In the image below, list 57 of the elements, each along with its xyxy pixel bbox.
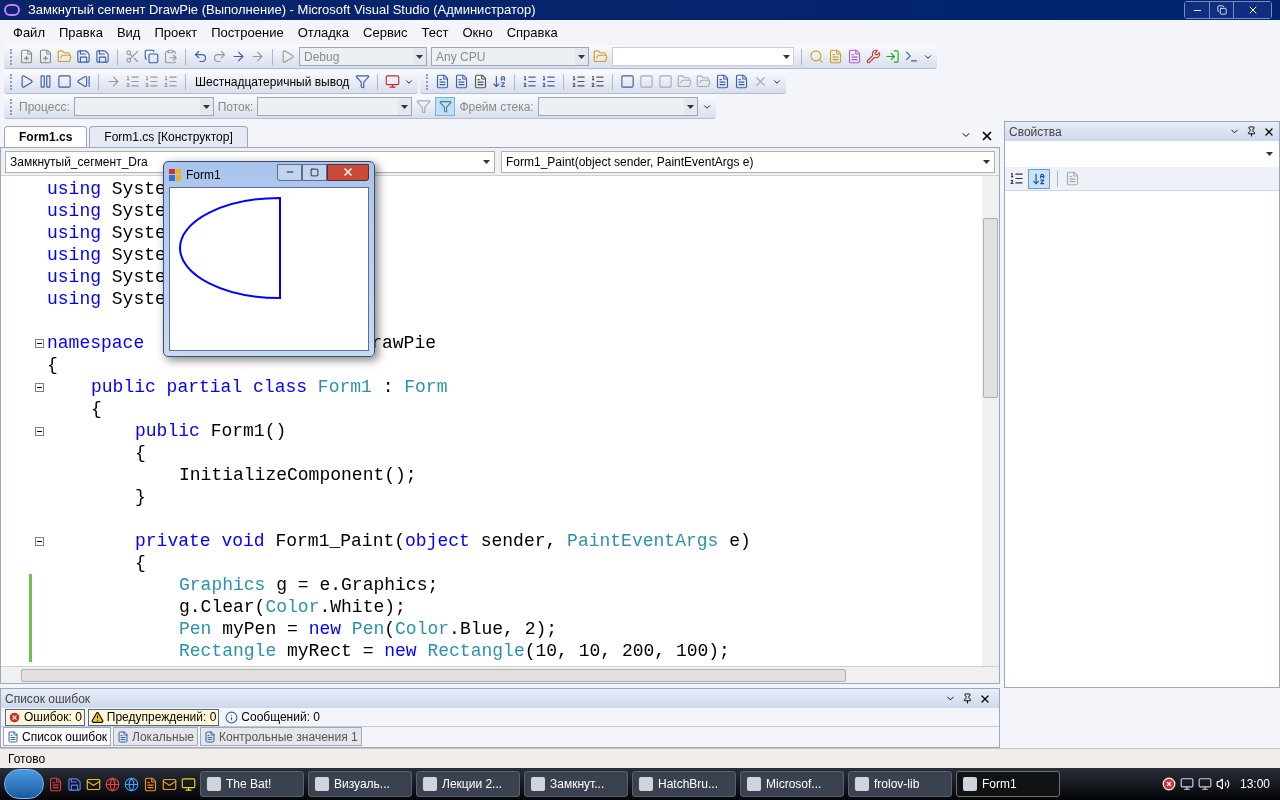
code-token: { <box>91 398 102 420</box>
code-token: Rectangle <box>179 640 277 662</box>
code-token: Syste <box>111 288 166 310</box>
code-token: PaintEventArgs <box>567 530 719 552</box>
code-token: { <box>135 442 146 464</box>
code-token: e) <box>728 530 751 552</box>
error-list-title: Список ошибок <box>5 690 91 708</box>
code-token: object <box>405 530 471 552</box>
code-token: Syste <box>111 244 166 266</box>
code-token: public partial class <box>91 376 309 398</box>
code-token: Form <box>404 376 448 398</box>
code-token: Syste <box>111 200 166 222</box>
code-token: using <box>47 222 102 244</box>
code-token: namespace <box>47 332 145 354</box>
code-token: (10, 10, 200, 100); <box>524 640 730 662</box>
code-token: { <box>135 552 146 574</box>
code-token: using <box>47 288 102 310</box>
code-token: g = e.Graphics; <box>275 574 439 596</box>
code-token: .White); <box>319 596 406 618</box>
code-token: Graphics <box>179 574 266 596</box>
code-token: Pen <box>179 618 212 640</box>
code-token: using <box>47 200 102 222</box>
code-token: Form1() <box>210 420 287 442</box>
code-token: Form1 <box>317 376 372 398</box>
code-token: Syste <box>111 266 166 288</box>
code-token: myRect = <box>286 640 375 662</box>
code-token: g.Clear( <box>179 596 266 618</box>
code-token: using <box>47 266 102 288</box>
code-token: Rectangle <box>427 640 525 662</box>
code-token: new <box>384 640 418 662</box>
process-label: Процесс: <box>19 98 70 116</box>
code-token: Color <box>265 596 320 618</box>
code-token: public <box>135 420 201 442</box>
thread-label: Поток: <box>217 98 254 116</box>
code-token: using <box>47 244 102 266</box>
code-token: new <box>308 618 343 640</box>
code-token: Pen <box>351 618 385 640</box>
stack-frame-label: Фрейм стека: <box>459 98 534 116</box>
properties-title: Свойства <box>1009 123 1062 141</box>
code-token: InitializeComponent(); <box>179 464 417 486</box>
code-token: Color <box>395 618 450 640</box>
status-text: Готово <box>8 750 46 768</box>
code-token: { <box>47 354 58 376</box>
window-title: Замкнутый сегмент DrawPie (Выполнение) - Microsoft Visual Studio (Администратор) <box>28 1 536 20</box>
code-token: private void <box>135 530 266 552</box>
code-token: myPen = <box>221 618 299 640</box>
code-token: .Blue, 2); <box>449 618 558 640</box>
code-token: } <box>135 486 146 508</box>
code-token: Form1_Paint( <box>275 530 406 552</box>
code-token: ( <box>384 618 396 640</box>
code-token: sender, <box>480 530 558 552</box>
code-token: rawPie <box>371 332 437 354</box>
code-token: Syste <box>111 222 166 244</box>
code-token: Syste <box>111 178 166 200</box>
code-token: using <box>47 178 102 200</box>
form-window-title: Form1 <box>186 166 221 184</box>
code-token: : <box>381 376 395 398</box>
